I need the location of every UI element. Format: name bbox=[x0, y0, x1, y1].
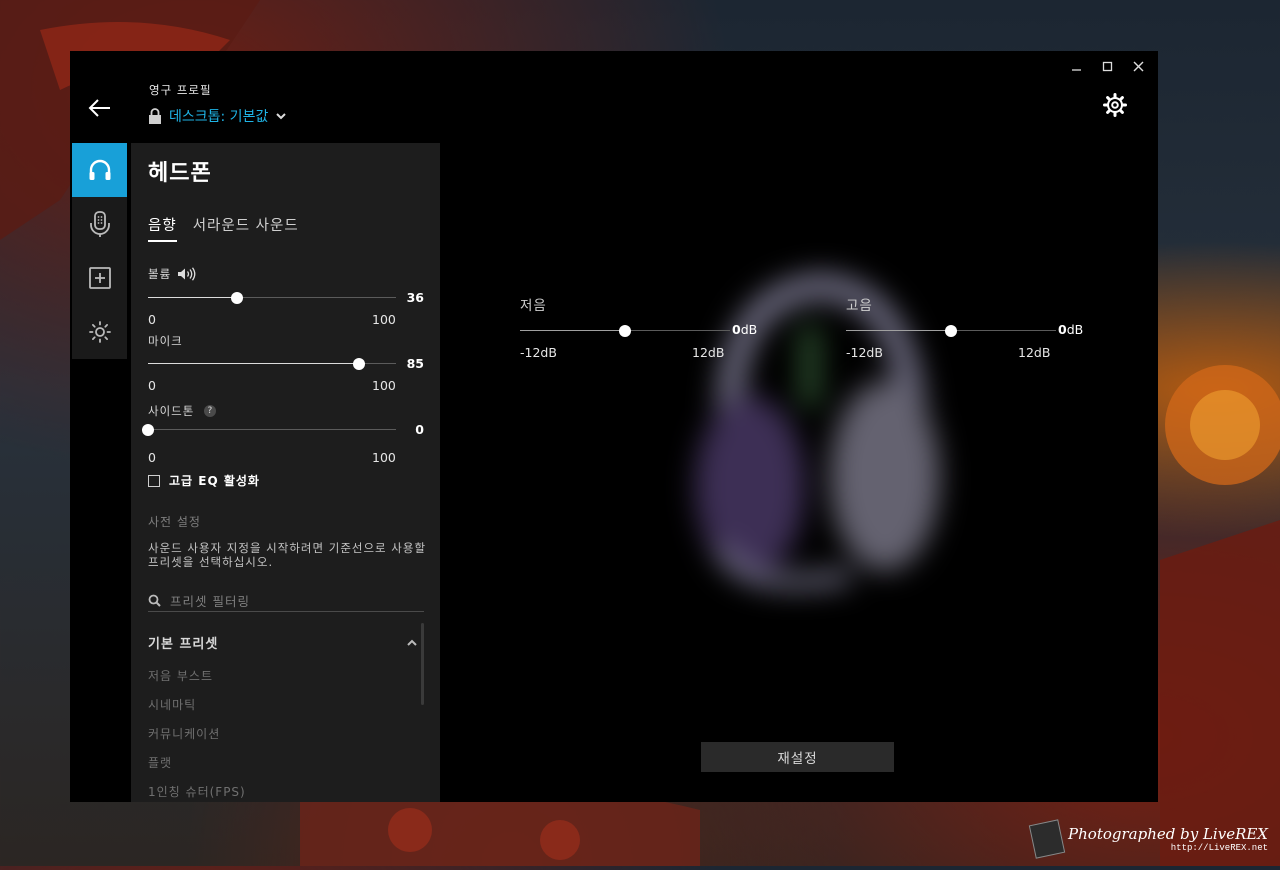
preset-search[interactable]: 프리셋 필터링 bbox=[148, 589, 424, 612]
microphone-icon bbox=[89, 211, 110, 237]
mic-value: 85 bbox=[406, 356, 424, 371]
preset-scrollbar[interactable] bbox=[421, 623, 424, 705]
volume-label: 볼륨 bbox=[148, 267, 172, 281]
notebook-icon bbox=[1028, 819, 1066, 859]
sidetone-thumb[interactable] bbox=[142, 424, 154, 436]
profile-selector[interactable]: 데스크톱: 기본값 bbox=[148, 106, 287, 126]
volume-slider[interactable] bbox=[148, 292, 396, 304]
preset-group-title: 기본 프리셋 bbox=[148, 637, 219, 652]
bass-thumb[interactable] bbox=[619, 325, 631, 337]
app-window: 영구 프로필 데스크톱: 기본값 헤드폰 음향 서라운드 사운드 볼륨 36 0… bbox=[70, 51, 1158, 802]
chevron-down-icon bbox=[276, 113, 287, 120]
advanced-eq-toggle[interactable]: 고급 EQ 활성화 bbox=[148, 472, 260, 489]
treble-min: -12dB bbox=[846, 345, 883, 360]
bass-label: 저음 bbox=[520, 298, 547, 314]
preset-search-input[interactable]: 프리셋 필터링 bbox=[170, 591, 250, 610]
back-button[interactable] bbox=[86, 95, 114, 121]
tab-sound[interactable]: 음향 bbox=[148, 214, 177, 242]
bass-fill bbox=[520, 330, 625, 331]
speaker-icon bbox=[178, 267, 196, 281]
preset-list: 저음 부스트 시네마틱 커뮤니케이션 플랫 1인칭 슈터(FPS) bbox=[148, 667, 246, 802]
treble-label: 고음 bbox=[846, 298, 873, 314]
preset-group-header[interactable]: 기본 프리셋 bbox=[148, 633, 418, 652]
sidetone-max: 100 bbox=[372, 450, 396, 465]
preset-header: 사전 설정 bbox=[148, 515, 201, 529]
maximize-button[interactable] bbox=[1092, 55, 1123, 77]
plus-box-icon bbox=[88, 267, 111, 289]
sidetone-slider[interactable] bbox=[142, 424, 396, 436]
advanced-eq-checkbox[interactable] bbox=[148, 474, 160, 487]
close-icon bbox=[1133, 61, 1144, 71]
preset-item[interactable]: 시네마틱 bbox=[148, 696, 246, 725]
panel-title: 헤드폰 bbox=[148, 161, 212, 186]
preset-item[interactable]: 1인칭 슈터(FPS) bbox=[148, 783, 246, 802]
maximize-icon bbox=[1102, 61, 1113, 71]
preset-description: 사운드 사용자 지정을 시작하려면 기준선으로 사용할 프리셋을 선택하십시오. bbox=[148, 541, 427, 569]
volume-value: 36 bbox=[406, 290, 424, 305]
volume-thumb[interactable] bbox=[231, 292, 244, 304]
nav-headphones[interactable] bbox=[72, 143, 127, 197]
headset-image bbox=[695, 272, 940, 589]
mic-min: 0 bbox=[148, 378, 156, 393]
minimize-icon bbox=[1072, 68, 1081, 71]
headphone-panel: 헤드폰 음향 서라운드 사운드 볼륨 36 0 100 마이크 85 0 100… bbox=[131, 143, 440, 802]
minimize-button[interactable] bbox=[1061, 55, 1092, 77]
sidetone-label-row: 사이드톤 ? bbox=[148, 403, 217, 419]
preset-item[interactable]: 저음 부스트 bbox=[148, 667, 246, 696]
profile-label: 영구 프로필 bbox=[149, 83, 212, 97]
sidetone-track bbox=[148, 429, 396, 430]
profile-name: 데스크톱: 기본값 bbox=[169, 109, 269, 125]
nav-lighting[interactable] bbox=[72, 305, 127, 359]
bass-slider[interactable] bbox=[520, 325, 730, 337]
side-nav bbox=[72, 143, 127, 359]
advanced-eq-label: 고급 EQ 활성화 bbox=[169, 474, 260, 488]
search-icon bbox=[148, 594, 161, 607]
volume-min: 0 bbox=[148, 312, 156, 327]
treble-slider[interactable] bbox=[846, 325, 1056, 337]
watermark-line1: Photographed by LiveREX bbox=[1068, 825, 1268, 843]
mic-fill bbox=[148, 363, 359, 364]
sun-icon bbox=[88, 321, 111, 343]
help-icon[interactable]: ? bbox=[204, 405, 217, 417]
close-button[interactable] bbox=[1123, 55, 1154, 77]
sidetone-min: 0 bbox=[148, 450, 156, 465]
watermark-line2: http://LiveREX.net bbox=[1170, 843, 1268, 853]
settings-button[interactable] bbox=[1102, 92, 1128, 118]
bass-value: 0dB bbox=[732, 322, 758, 337]
sidetone-label: 사이드톤 bbox=[148, 404, 195, 418]
mic-slider[interactable] bbox=[148, 358, 396, 370]
preset-item[interactable]: 커뮤니케이션 bbox=[148, 725, 246, 754]
preset-item[interactable]: 플랫 bbox=[148, 754, 246, 783]
nav-assignments[interactable] bbox=[72, 251, 127, 305]
tab-surround[interactable]: 서라운드 사운드 bbox=[193, 214, 299, 242]
mic-thumb[interactable] bbox=[352, 358, 365, 370]
watermark-text: Photographed by LiveREX http://LiveREX.n… bbox=[1068, 825, 1268, 853]
headphones-icon bbox=[89, 159, 110, 180]
chevron-up-icon bbox=[407, 639, 417, 646]
bass-max: 12dB bbox=[692, 345, 725, 360]
bass-min: -12dB bbox=[520, 345, 557, 360]
reset-button[interactable]: 재설정 bbox=[701, 742, 894, 772]
nav-microphone[interactable] bbox=[72, 197, 127, 251]
volume-max: 100 bbox=[372, 312, 396, 327]
lock-icon bbox=[149, 108, 161, 124]
mic-label: 마이크 bbox=[148, 334, 183, 348]
tab-bar: 음향 서라운드 사운드 bbox=[148, 214, 299, 242]
gear-icon bbox=[1103, 93, 1127, 117]
arrow-left-icon bbox=[88, 99, 110, 117]
mic-max: 100 bbox=[372, 378, 396, 393]
treble-thumb[interactable] bbox=[945, 325, 957, 337]
treble-value: 0dB bbox=[1058, 322, 1084, 337]
watermark: Photographed by LiveREX http://LiveREX.n… bbox=[1028, 819, 1268, 859]
treble-fill bbox=[846, 330, 951, 331]
treble-max: 12dB bbox=[1018, 345, 1051, 360]
volume-fill bbox=[148, 297, 238, 298]
volume-label-row: 볼륨 bbox=[148, 266, 197, 282]
window-controls bbox=[1061, 55, 1154, 77]
sidetone-value: 0 bbox=[415, 422, 424, 437]
